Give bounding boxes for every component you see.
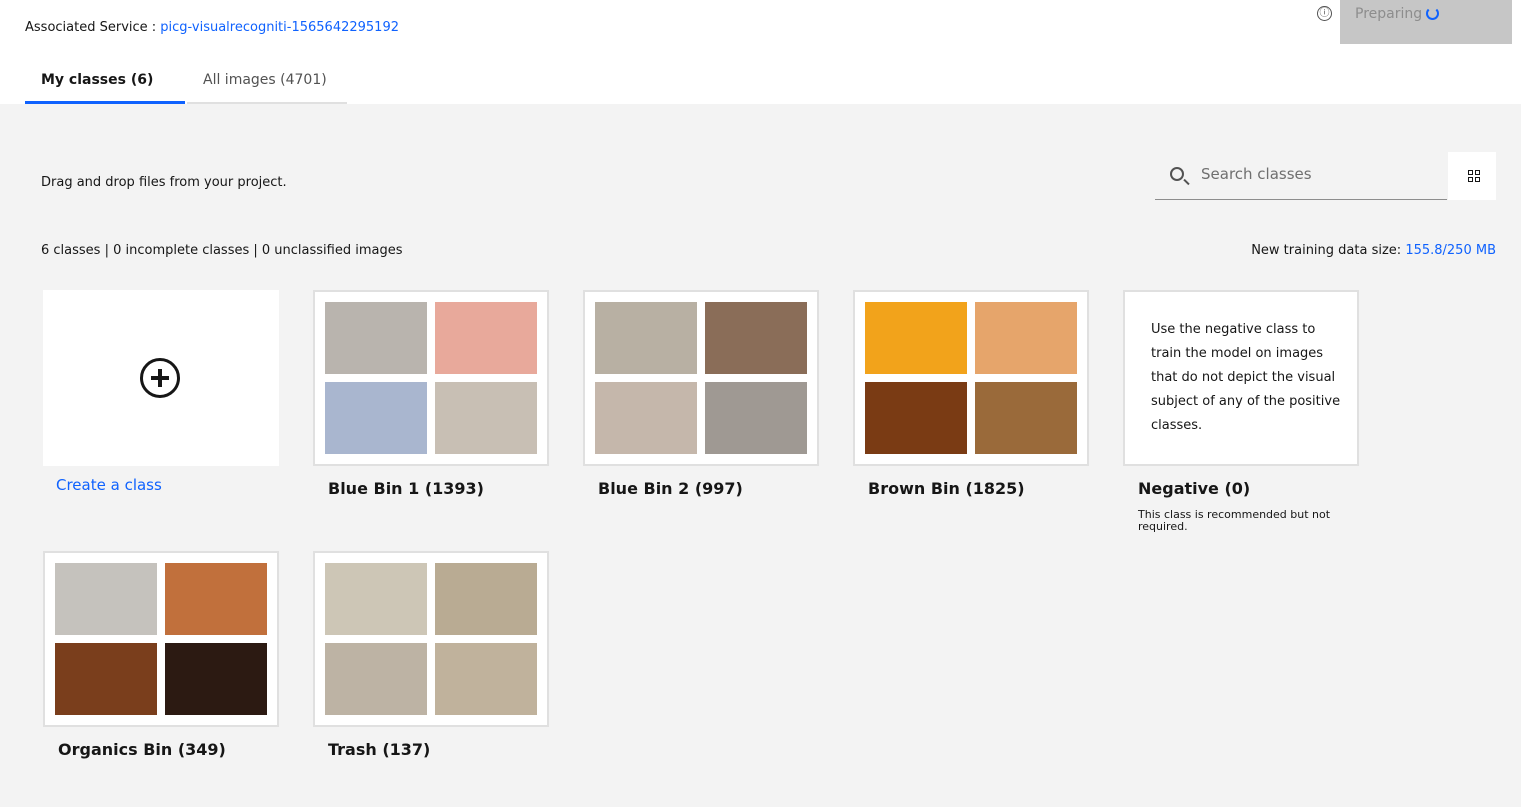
- grid-icon-cell: [1468, 177, 1473, 182]
- service-link[interactable]: picg-visualrecogniti-1565642295192: [160, 20, 399, 35]
- grid-icon-cell: [1475, 177, 1480, 182]
- search-icon: [1170, 167, 1184, 181]
- class-card-blue-bin-1[interactable]: [313, 290, 549, 466]
- header-bar: Associated Service : picg-visualrecognit…: [0, 0, 1521, 104]
- class-thumbnail: [55, 643, 157, 715]
- class-card-negative[interactable]: Use the negative class to train the mode…: [1123, 290, 1359, 466]
- add-circle-icon[interactable]: [140, 358, 180, 398]
- class-thumbnail: [325, 643, 427, 715]
- class-summary: 6 classes | 0 incomplete classes | 0 unc…: [41, 243, 403, 258]
- grid-icon-cell: [1468, 170, 1473, 175]
- class-thumbnail: [595, 382, 697, 454]
- drag-drop-hint: Drag and drop files from your project.: [41, 175, 287, 190]
- class-thumbnail: [595, 302, 697, 374]
- negative-description: Use the negative class to train the mode…: [1151, 322, 1341, 433]
- associated-service: Associated Service : picg-visualrecognit…: [25, 20, 399, 35]
- class-title-brown-bin[interactable]: Brown Bin (1825): [868, 479, 1025, 498]
- search-input[interactable]: [1201, 162, 1431, 186]
- training-data-size: New training data size: 155.8/250 MB: [1251, 243, 1496, 258]
- class-thumbnail: [975, 382, 1077, 454]
- training-size-value[interactable]: 155.8/250 MB: [1405, 243, 1496, 258]
- tab-my-classes[interactable]: My classes (6): [25, 60, 185, 104]
- class-title-blue-bin-1[interactable]: Blue Bin 1 (1393): [328, 479, 484, 498]
- class-card-organics-bin[interactable]: [43, 551, 279, 727]
- class-thumbnail: [435, 302, 537, 374]
- training-size-label: New training data size:: [1251, 243, 1402, 258]
- class-thumbnail: [325, 302, 427, 374]
- tab-all-images[interactable]: All images (4701): [187, 60, 347, 104]
- class-thumbnail: [325, 563, 427, 635]
- class-title-negative[interactable]: Negative (0): [1138, 479, 1250, 498]
- service-label: Associated Service :: [25, 20, 157, 35]
- class-thumbnail: [165, 643, 267, 715]
- class-thumbnail: [325, 382, 427, 454]
- grid-view-button[interactable]: [1448, 152, 1496, 200]
- class-thumbnail: [705, 302, 807, 374]
- class-thumbnail: [435, 643, 537, 715]
- loading-spinner-icon: [1426, 7, 1439, 20]
- class-title-trash[interactable]: Trash (137): [328, 740, 430, 759]
- class-card-blue-bin-2[interactable]: [583, 290, 819, 466]
- class-thumbnail: [435, 382, 537, 454]
- create-class-link[interactable]: Create a class: [56, 476, 162, 494]
- class-thumbnail: [865, 382, 967, 454]
- class-thumbnail: [55, 563, 157, 635]
- preparing-button: Preparing: [1340, 0, 1512, 44]
- negative-note: This class is recommended but not requir…: [1138, 508, 1331, 533]
- grid-icon-cell: [1475, 170, 1480, 175]
- class-card-trash[interactable]: [313, 551, 549, 727]
- preparing-label: Preparing: [1355, 6, 1423, 22]
- search-box: [1155, 152, 1447, 200]
- class-card-brown-bin[interactable]: [853, 290, 1089, 466]
- class-thumbnail: [165, 563, 267, 635]
- class-thumbnail: [865, 302, 967, 374]
- class-thumbnail: [705, 382, 807, 454]
- class-title-organics-bin[interactable]: Organics Bin (349): [58, 740, 226, 759]
- class-title-blue-bin-2[interactable]: Blue Bin 2 (997): [598, 479, 743, 498]
- create-class-card[interactable]: [43, 290, 279, 466]
- info-icon[interactable]: ⓘ: [1317, 6, 1332, 21]
- class-thumbnail: [435, 563, 537, 635]
- class-thumbnail: [975, 302, 1077, 374]
